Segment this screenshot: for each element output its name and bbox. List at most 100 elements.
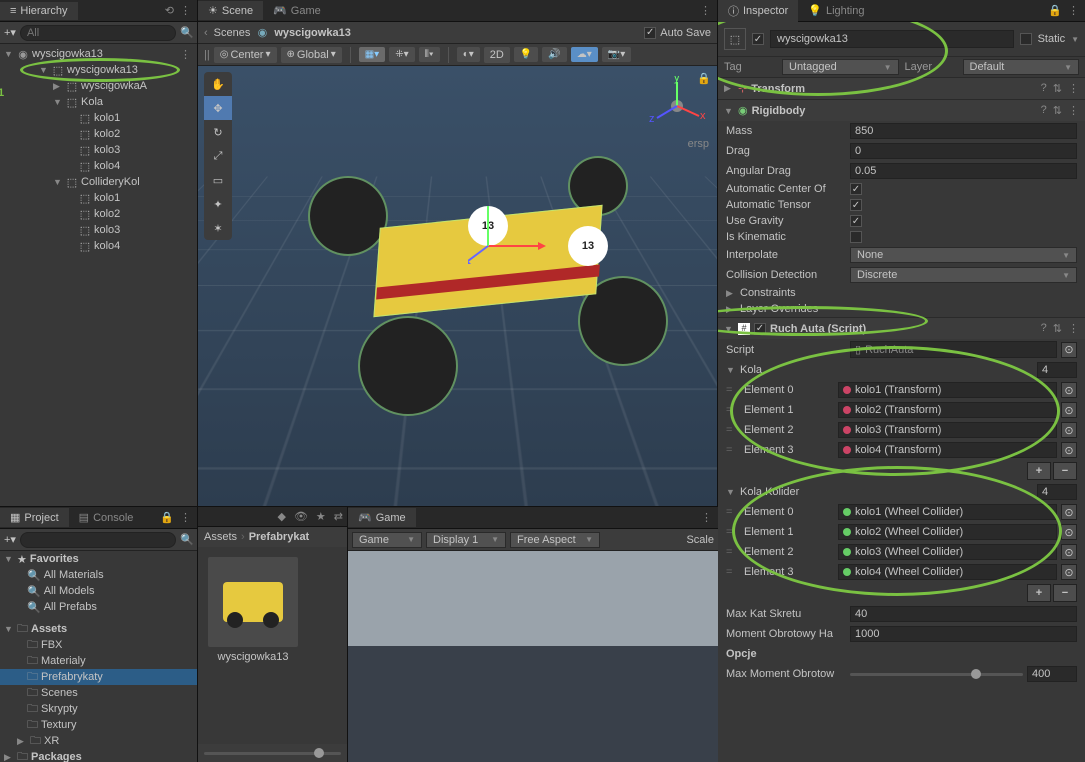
packages-row[interactable]: ▶🗀Packages [0, 749, 197, 762]
breadcrumb-assets[interactable]: Assets [204, 531, 237, 543]
kolider-element-field[interactable]: kolo3 (Wheel Collider) [838, 544, 1057, 560]
hierarchy-search-input[interactable] [20, 25, 176, 41]
search-row[interactable]: 🔍All Prefabs [0, 599, 197, 615]
autotensor-checkbox[interactable] [850, 199, 862, 211]
scene-viewport[interactable]: ✋ ✥ ↻ ⤢ ▭ ✦ ✶ 13 13 [198, 66, 717, 506]
drag-handle-icon[interactable]: = [726, 546, 740, 558]
moment-field[interactable] [850, 626, 1077, 642]
grid-button[interactable]: ▦▾ [359, 47, 385, 62]
back-icon[interactable]: ‹ [204, 27, 208, 39]
menu-icon[interactable]: ⋮ [180, 511, 191, 524]
foldout-icon[interactable]: ▼ [724, 324, 734, 334]
lighting-button[interactable]: 💡 [514, 47, 538, 62]
camera-button[interactable]: 📷▾ [602, 47, 631, 62]
transform-tool-button[interactable]: ✦ [204, 192, 232, 216]
tree-row[interactable]: ⬚kolo3 [0, 142, 197, 158]
foldout-icon[interactable]: ▼ [726, 365, 736, 375]
kola-element-field[interactable]: kolo4 (Transform) [838, 442, 1057, 458]
target-button[interactable]: ⊙ [1061, 402, 1077, 418]
tree-row[interactable]: ⬚kolo3 [0, 222, 197, 238]
static-checkbox[interactable] [1020, 33, 1032, 45]
drag-handle-icon[interactable]: = [726, 566, 740, 578]
kola-label[interactable]: Kola [740, 364, 1033, 376]
kola-element-field[interactable]: kolo1 (Transform) [838, 382, 1057, 398]
target-button[interactable]: ⊙ [1061, 544, 1077, 560]
tag-dropdown[interactable]: Untagged▼ [782, 59, 899, 75]
menu-icon[interactable]: ⋮ [180, 4, 191, 17]
target-button[interactable]: ⊙ [1061, 524, 1077, 540]
favorites-row[interactable]: ▼★Favorites [0, 551, 197, 567]
inspector-tab[interactable]: ⓘ Inspector [718, 0, 798, 22]
menu-icon[interactable]: ⋮ [1068, 4, 1079, 17]
scale-tool-button[interactable]: ⤢ [204, 144, 232, 168]
foldout-icon[interactable]: ▼ [726, 487, 736, 497]
kolider-count-field[interactable] [1037, 484, 1077, 500]
script-enabled-checkbox[interactable] [754, 323, 766, 335]
aspect-dropdown[interactable]: Free Aspect▼ [510, 532, 600, 548]
tree-row[interactable]: ⬚kolo1 [0, 110, 197, 126]
tree-row[interactable]: ⬚kolo4 [0, 158, 197, 174]
object-name-input[interactable] [770, 30, 1014, 48]
game-tab[interactable]: 🎮Game [348, 508, 416, 527]
slider-icon[interactable]: ⇄ [330, 510, 347, 523]
kolider-element-field[interactable]: kolo2 (Wheel Collider) [838, 524, 1057, 540]
tree-row[interactable]: ⬚kolo2 [0, 206, 197, 222]
foldout-icon[interactable]: ▼ [4, 49, 14, 59]
foldout-icon[interactable]: ▶ [724, 83, 734, 94]
drag-handle-icon[interactable]: = [726, 404, 740, 416]
interp-dropdown[interactable]: None▼ [850, 247, 1077, 263]
menu-icon[interactable]: ⋮ [1068, 322, 1079, 335]
target-button[interactable]: ⊙ [1061, 422, 1077, 438]
transform-header[interactable]: ▶ ⊹ Transform ?⇅⋮ [718, 78, 1085, 99]
help-icon[interactable]: ? [1041, 322, 1047, 335]
kolider-element-field[interactable]: kolo1 (Wheel Collider) [838, 504, 1057, 520]
help-icon[interactable]: ? [1041, 104, 1047, 117]
search-row[interactable]: 🔍All Models [0, 583, 197, 599]
move-tool-button[interactable]: ✥ [204, 96, 232, 120]
autosave-checkbox[interactable] [644, 27, 656, 39]
script-header[interactable]: ▼ # Ruch Auta (Script) ?⇅⋮ [718, 318, 1085, 339]
lighting-tab[interactable]: 💡 Lighting [798, 1, 874, 20]
project-search-input[interactable] [20, 532, 176, 548]
constraints-label[interactable]: Constraints [740, 287, 796, 299]
game-mode-dropdown[interactable]: Game▼ [352, 532, 422, 548]
kola-element-field[interactable]: kolo2 (Transform) [838, 402, 1057, 418]
increment-button[interactable]: ⫴▾ [419, 47, 440, 62]
audio-button[interactable]: 🔊 [542, 47, 566, 62]
drag-handle-icon[interactable]: = [726, 444, 740, 456]
maxmoment-field[interactable] [1027, 666, 1077, 682]
tree-row[interactable]: ⬚kolo4 [0, 238, 197, 254]
menu-icon[interactable]: ⋮ [1068, 104, 1079, 117]
foldout-icon[interactable]: ▼ [39, 65, 49, 75]
orientation-gizmo[interactable]: y x z 🔒 [647, 76, 707, 136]
display-dropdown[interactable]: Display 1▼ [426, 532, 506, 548]
static-dropdown-icon[interactable]: ▼ [1071, 35, 1079, 44]
rotate-tool-button[interactable]: ↻ [204, 120, 232, 144]
scene-tab[interactable]: ☀ Scene [198, 1, 263, 20]
foldout-icon[interactable]: ▶ [53, 81, 63, 92]
search-icon[interactable]: 🔍 [180, 533, 194, 546]
angdrag-field[interactable] [850, 163, 1077, 179]
draw-mode-button[interactable]: ◐▾ [457, 47, 480, 62]
coord-toggle[interactable]: ⊕Global▾ [281, 47, 342, 63]
lock-icon[interactable]: ⟲ [165, 4, 174, 17]
mass-field[interactable] [850, 123, 1077, 139]
scene-menu-icon[interactable]: ⋮ [180, 48, 197, 61]
asset-item[interactable]: wyscigowka13 [208, 557, 298, 663]
help-icon[interactable]: ? [1041, 82, 1047, 95]
menu-icon[interactable]: ⋮ [1068, 82, 1079, 95]
console-tab[interactable]: ▤Console [69, 508, 144, 527]
search-row[interactable]: 🔍All Materials [0, 567, 197, 583]
colldet-dropdown[interactable]: Discrete▼ [850, 267, 1077, 283]
drag-handle-icon[interactable]: = [726, 384, 740, 396]
tree-row[interactable]: ▼ ⬚ CollideryKol [0, 174, 197, 190]
tree-row[interactable]: ▶ ⬚ wyscigowkaA [0, 78, 197, 94]
gameobject-icon[interactable]: ⬚ [724, 28, 746, 50]
game-view[interactable] [348, 551, 718, 762]
hand-tool-button[interactable]: ✋ [204, 72, 232, 96]
layerov-label[interactable]: Layer Overrides [740, 303, 818, 315]
create-plus-icon[interactable]: +▾ [4, 533, 16, 546]
star-filter-icon[interactable]: ★ [312, 510, 330, 523]
lock-icon[interactable]: 🔒 [160, 511, 174, 524]
script-field[interactable]: ▯RuchAuta [850, 341, 1057, 358]
